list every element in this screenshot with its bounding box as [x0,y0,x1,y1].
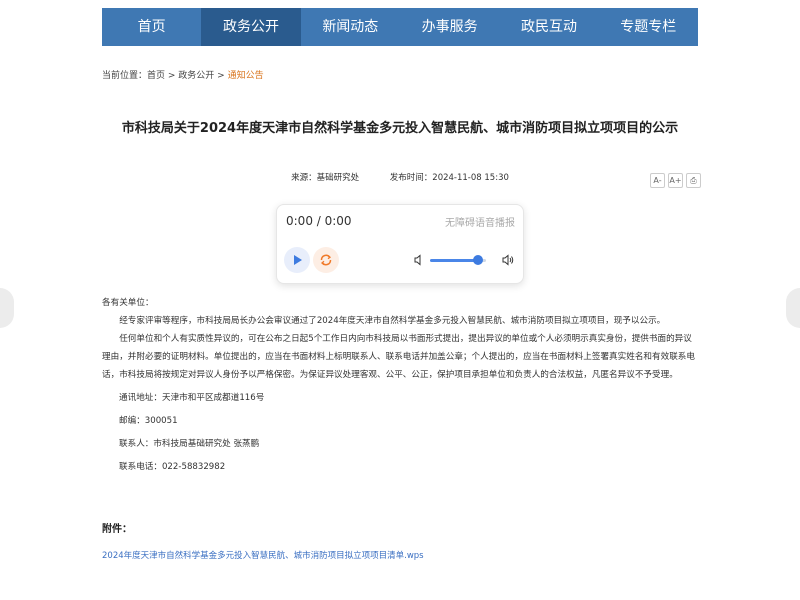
breadcrumb-separator: > [214,71,228,81]
scroll-left-handle[interactable] [0,288,14,328]
contact-phone: 联系电话：022-58832982 [119,462,226,472]
paragraph-2: 任何单位和个人有实质性异议的，可在公布之日起5个工作日内向市科技局以书面形式提出… [102,334,695,380]
increase-font-button[interactable]: A+ [668,173,683,188]
nav-government-affairs[interactable]: 政务公开 [201,8,301,46]
nav-special-topics[interactable]: 专题专栏 [599,8,698,46]
volume-low-icon [414,254,421,266]
nav-home[interactable]: 首页 [102,8,201,46]
breadcrumb: 当前位置：首页 > 政务公开 > 通知公告 [102,68,264,81]
nav-services[interactable]: 办事服务 [400,8,499,46]
repeat-button[interactable] [313,247,339,273]
salutation: 各有关单位： [102,298,154,308]
nav-news[interactable]: 新闻动态 [301,8,400,46]
breadcrumb-home[interactable]: 首页 [147,71,165,81]
breadcrumb-separator: > [165,71,179,81]
article-title: 市科技局关于2024年度天津市自然科学基金多元投入智慧民航、城市消防项目拟立项项… [121,121,679,136]
top-strip [0,0,800,8]
player-label: 无障碍语音播报 [445,218,515,229]
breadcrumb-government-affairs[interactable]: 政务公开 [178,71,214,81]
contact-person: 联系人：市科技局基础研究处 张蒸鹏 [119,439,260,449]
attachment-title: 附件： [102,524,132,535]
breadcrumb-notices[interactable]: 通知公告 [228,71,264,81]
nav-interaction[interactable]: 政民互动 [499,8,598,46]
article-publish-time: 发布时间：2024-11-08 15:30 [389,173,509,183]
scroll-right-handle[interactable] [786,288,800,328]
contact-postcode: 邮编：300051 [119,416,178,426]
volume-knob[interactable] [472,255,483,265]
attachment-link[interactable]: 2024年度天津市自然科学基金多元投入智慧民航、城市消防项目拟立项项目清单.wp… [102,549,424,561]
contact-address: 通讯地址：天津市和平区成都道116号 [119,393,265,403]
article-meta: 来源：基础研究处 发布时间：2024-11-08 15:30 [102,171,698,183]
article-tools: A- A+ ⎙ [650,173,701,188]
audio-player: 0:00 / 0:00 无障碍语音播报 [276,204,524,284]
breadcrumb-prefix: 当前位置： [102,71,148,81]
print-button[interactable]: ⎙ [686,173,701,188]
player-time: 0:00 / 0:00 [286,214,352,228]
play-icon [294,255,302,265]
volume-high-icon [502,254,514,266]
decrease-font-button[interactable]: A- [650,173,665,188]
repeat-icon [320,254,332,266]
article-source: 来源：基础研究处 [291,173,360,183]
article-content: 各有关单位： 经专家评审等程序，市科技局局长办公会审议通过了2024年度天津市自… [102,294,698,476]
play-button[interactable] [284,247,310,273]
main-navbar: 首页 政务公开 新闻动态 办事服务 政民互动 专题专栏 [102,8,698,46]
paragraph-1: 经专家评审等程序，市科技局局长办公会审议通过了2024年度天津市自然科学基金多元… [119,316,666,326]
